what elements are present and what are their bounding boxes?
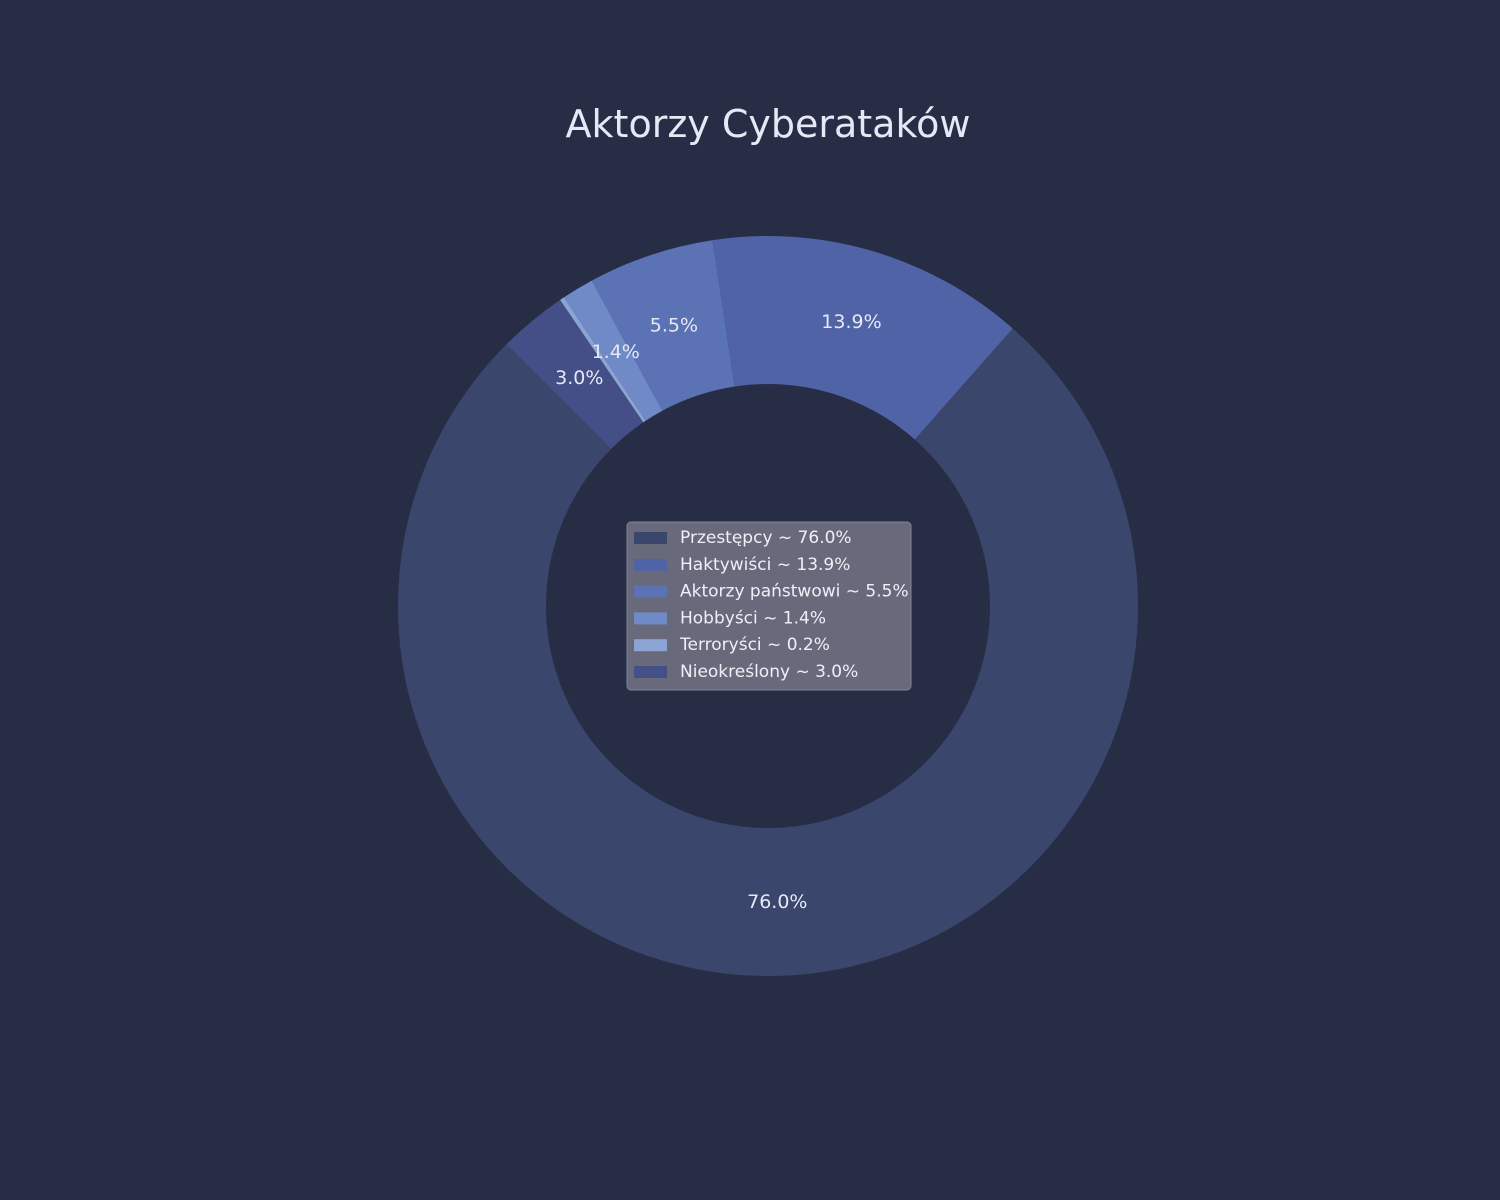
- legend-swatch-1: [634, 558, 667, 571]
- legend-label-3: Hobbyści ~ 1.4%: [680, 608, 826, 628]
- slice-label-3: 1.4%: [592, 341, 640, 363]
- legend-label-4: Terroryści ~ 0.2%: [679, 635, 830, 655]
- legend-swatch-3: [634, 612, 667, 625]
- legend-swatch-0: [634, 532, 667, 544]
- slice-label-2: 5.5%: [650, 314, 698, 336]
- legend-swatch-5: [634, 666, 667, 678]
- legend-label-5: Nieokreślony ~ 3.0%: [680, 662, 858, 682]
- donut-chart: Aktorzy Cyberataków 76.0% 13.9% 5.5% 1.4% 3.…: [398, 102, 1138, 977]
- slice-label-1: 13.9%: [821, 311, 881, 333]
- chart-title: Aktorzy Cyberataków: [566, 102, 971, 146]
- slice-label-5: 3.0%: [555, 367, 603, 389]
- legend: Przestępcy ~ 76.0% Haktywiści ~ 13.9% Akto…: [626, 521, 912, 691]
- legend-swatch-2: [634, 585, 667, 598]
- legend-label-1: Haktywiści ~ 13.9%: [680, 555, 850, 575]
- legend-label-2: Aktorzy państwowi ~ 5.5%: [680, 582, 909, 602]
- legend-swatch-4: [634, 639, 667, 652]
- slice-label-0: 76.0%: [747, 891, 807, 913]
- legend-label-0: Przestępcy ~ 76.0%: [680, 528, 852, 548]
